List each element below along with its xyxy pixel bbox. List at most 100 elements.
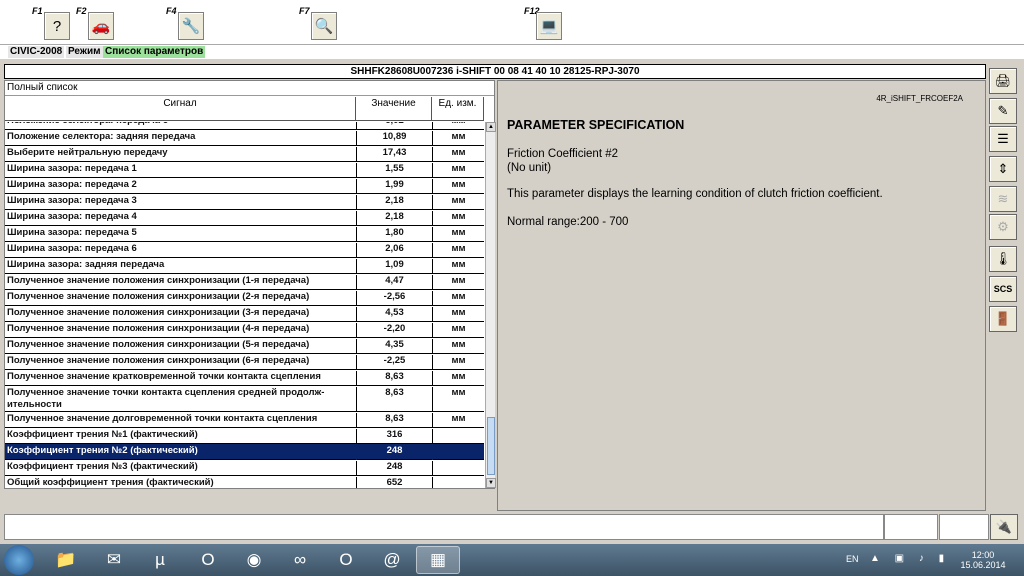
table-row[interactable]: Ширина зазора: передача 4 2,18 мм bbox=[5, 210, 484, 226]
mail-icon[interactable]: ✉ bbox=[92, 546, 136, 574]
fkey-f4[interactable]: F4 🔧 bbox=[164, 4, 208, 42]
row-signal: Полученное значение положения синхрониза… bbox=[7, 275, 310, 286]
list-icon[interactable]: ☰ bbox=[989, 126, 1017, 152]
help-icon[interactable]: ? bbox=[44, 12, 70, 40]
scan-icon[interactable]: 🔍 bbox=[311, 12, 337, 40]
row-value: -2,25 bbox=[356, 355, 432, 370]
vin-header: SHHFK28608U007236 i-SHIFT 00 08 41 40 10… bbox=[4, 64, 986, 79]
table-row[interactable]: Ширина зазора: передача 3 2,18 мм bbox=[5, 194, 484, 210]
fkey-f7[interactable]: F7 🔍 bbox=[297, 4, 341, 42]
tool-icon[interactable]: 🔧 bbox=[178, 12, 204, 40]
status-box-2 bbox=[939, 514, 989, 540]
utorrent-icon[interactable]: µ bbox=[138, 546, 182, 574]
exit-icon[interactable]: 🚪 bbox=[989, 306, 1017, 332]
car-icon[interactable]: 🚗 bbox=[88, 12, 114, 40]
column-value-header[interactable]: Значение bbox=[356, 97, 432, 121]
printer-icon[interactable]: 🖨 bbox=[989, 68, 1017, 94]
opera-icon[interactable]: O bbox=[186, 546, 230, 574]
mode-label: Режим bbox=[66, 46, 103, 58]
graph-icon[interactable]: ≋ bbox=[989, 186, 1017, 212]
scroll-up-arrow-icon[interactable]: ▲ bbox=[486, 122, 496, 132]
email-client-icon[interactable]: @ bbox=[370, 546, 414, 574]
fkey-label: F2 bbox=[76, 6, 87, 16]
row-signal: Ширина зазора: передача 2 bbox=[7, 179, 137, 190]
table-row[interactable]: Полученное значение положения синхрониза… bbox=[5, 306, 484, 322]
table-row[interactable]: Полученное значение долговременной точки… bbox=[5, 412, 484, 428]
windows-taskbar: 📁 ✉ µ O ◉ ∞ O @ ▦ EN ▲ ▣ ♪ ▮ 12:00 15.06.2014 bbox=[0, 544, 1024, 576]
explorer-icon[interactable]: 📁 bbox=[44, 546, 88, 574]
table-row[interactable]: Ширина зазора: передача 5 1,80 мм bbox=[5, 226, 484, 242]
scroll-thumb[interactable] bbox=[487, 417, 495, 475]
table-row[interactable]: Ширина зазора: передача 6 2,06 мм bbox=[5, 242, 484, 258]
scs-icon[interactable]: SCS bbox=[989, 276, 1017, 302]
row-value: -2,56 bbox=[356, 291, 432, 306]
row-value: -2,20 bbox=[356, 323, 432, 338]
table-row[interactable]: Полученное значение положения синхрониза… bbox=[5, 338, 484, 354]
clock-time: 12:00 bbox=[971, 550, 995, 560]
fkey-f1[interactable]: F1? bbox=[30, 4, 74, 42]
table-row[interactable]: Полученное значение положения синхрониза… bbox=[5, 354, 484, 370]
table-row[interactable]: Ширина зазора: задняя передача 1,09 мм bbox=[5, 258, 484, 274]
row-unit: мм bbox=[432, 339, 484, 354]
temperature-icon[interactable]: 🌡 bbox=[989, 246, 1017, 272]
edit-list-icon[interactable]: ✎ bbox=[989, 98, 1017, 124]
function-key-toolbar: F1? F2 🚗 F4 🔧 F7 🔍 F12 💻 bbox=[0, 0, 1024, 44]
table-row[interactable]: Общий коэффициент трения (фактический) 65… bbox=[5, 476, 484, 488]
snapshot-icon[interactable]: ⚙ bbox=[989, 214, 1017, 240]
status-box-1 bbox=[884, 514, 938, 540]
chrome-icon[interactable]: ◉ bbox=[232, 546, 276, 574]
row-signal: Ширина зазора: задняя передача bbox=[7, 259, 165, 270]
computer-icon[interactable]: 💻 bbox=[536, 12, 562, 40]
row-signal: Общий коэффициент трения (фактический) bbox=[7, 477, 214, 488]
table-row[interactable]: Положение селектора: задняя передача 10,8… bbox=[5, 130, 484, 146]
fkey-label: F4 bbox=[166, 6, 177, 16]
table-row[interactable]: Ширина зазора: передача 2 1,99 мм bbox=[5, 178, 484, 194]
table-row[interactable]: Коэффициент трения №3 (фактический) 248 bbox=[5, 460, 484, 476]
column-signal-header[interactable]: Сигнал bbox=[5, 97, 356, 121]
row-unit: мм bbox=[432, 275, 484, 290]
row-signal: Полученное значение положения синхрониза… bbox=[7, 323, 310, 334]
row-unit: мм bbox=[432, 163, 484, 178]
table-row[interactable]: Полученное значение положения синхрониза… bbox=[5, 274, 484, 290]
row-value: 316 bbox=[356, 429, 432, 444]
row-unit: мм bbox=[432, 243, 484, 258]
start-button[interactable] bbox=[4, 545, 34, 575]
opera-icon-2[interactable]: O bbox=[324, 546, 368, 574]
table-row[interactable]: Полученное значение положения синхрониза… bbox=[5, 290, 484, 306]
table-row[interactable]: Положение селектора: передача 66,02мм bbox=[5, 122, 484, 130]
row-signal: Коэффициент трения №2 (фактический) bbox=[7, 445, 198, 456]
table-row[interactable]: Коэффициент трения №1 (фактический) 316 bbox=[5, 428, 484, 444]
row-value: 1,80 bbox=[356, 227, 432, 242]
row-value: 8,63 bbox=[356, 413, 432, 428]
row-unit: мм bbox=[432, 259, 484, 274]
table-row[interactable]: Полученное значение точки контакта сцепл… bbox=[5, 386, 484, 412]
row-unit: мм bbox=[432, 413, 484, 428]
sort-icon[interactable]: ⇕ bbox=[989, 156, 1017, 182]
scroll-down-arrow-icon[interactable]: ▼ bbox=[486, 478, 496, 488]
language-indicator[interactable]: EN bbox=[846, 554, 859, 564]
row-signal: Ширина зазора: передача 6 bbox=[7, 243, 137, 254]
table-row[interactable]: Полученное значение кратковременной точк… bbox=[5, 370, 484, 386]
hds-app-icon[interactable]: ▦ bbox=[416, 546, 460, 574]
system-tray-icons[interactable]: ▲ ▣ ♪ ▮ bbox=[870, 553, 950, 564]
row-signal: Полученное значение точки контакта сцепл… bbox=[7, 387, 325, 410]
row-value: 248 bbox=[356, 445, 432, 460]
parameter-unit: (No unit) bbox=[507, 162, 552, 174]
row-unit: мм bbox=[432, 147, 484, 162]
list-scrollbar[interactable]: ▲ ▼ bbox=[485, 122, 496, 488]
table-row[interactable]: Ширина зазора: передача 1 1,55 мм bbox=[5, 162, 484, 178]
connection-status-icon[interactable]: 🔌 bbox=[990, 514, 1018, 540]
fkey-f12[interactable]: F12 💻 bbox=[522, 4, 566, 42]
table-row[interactable]: Полученное значение положения синхрониза… bbox=[5, 322, 484, 338]
table-row[interactable]: Выберите нейтральную передачу 17,43 мм bbox=[5, 146, 484, 162]
fkey-f2[interactable]: F2 🚗 bbox=[74, 4, 118, 42]
column-unit-header[interactable]: Ед. изм. bbox=[432, 97, 484, 121]
visual-studio-icon[interactable]: ∞ bbox=[278, 546, 322, 574]
row-unit bbox=[432, 461, 484, 476]
system-clock[interactable]: 12:00 15.06.2014 bbox=[958, 550, 1008, 570]
row-value: 4,35 bbox=[356, 339, 432, 354]
row-unit: мм bbox=[432, 122, 484, 130]
row-value: 2,18 bbox=[356, 195, 432, 210]
clock-date: 15.06.2014 bbox=[960, 560, 1006, 570]
table-row[interactable]: Коэффициент трения №2 (фактический) 248 bbox=[5, 444, 484, 460]
